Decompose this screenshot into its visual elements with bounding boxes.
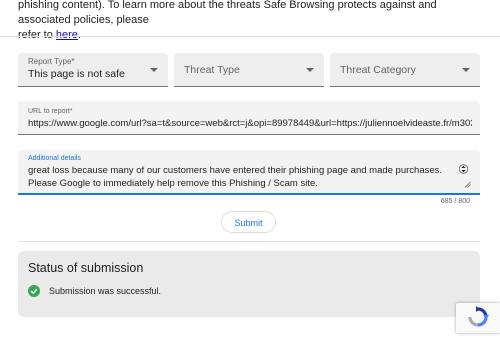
section-divider (18, 241, 480, 242)
recaptcha-badge[interactable] (456, 303, 500, 333)
threat-category-select[interactable]: Threat Category (330, 53, 480, 87)
top-divider (0, 36, 500, 37)
submit-button[interactable]: Submit (221, 211, 276, 233)
report-type-label: Report Type* (28, 57, 75, 66)
status-card: Status of submission Submission was succ… (18, 251, 480, 317)
scroll-arrows-icon[interactable] (459, 162, 468, 176)
details-label: Additional details (28, 155, 81, 162)
report-type-value: This page is not safe (28, 68, 125, 80)
intro-suffix: . (77, 29, 81, 41)
status-title: Status of submission (28, 261, 144, 275)
chevron-down-icon (150, 68, 158, 72)
chevron-down-icon (462, 68, 470, 72)
status-message: Submission was successful. (49, 286, 162, 296)
report-type-select[interactable]: Report Type* This page is not safe (18, 53, 168, 87)
character-counter: 685 / 800 (440, 198, 470, 205)
url-input[interactable]: URL to report* https://www.google.com/ur… (18, 101, 480, 135)
details-value[interactable]: great loss because many of our customers… (28, 164, 452, 190)
threat-type-placeholder: Threat Type (184, 64, 240, 76)
url-value[interactable]: https://www.google.com/url?sa=t&source=w… (28, 118, 472, 129)
additional-details-textarea[interactable]: Additional details great loss because ma… (18, 150, 480, 195)
threat-category-placeholder: Threat Category (340, 64, 416, 76)
check-circle-icon (28, 285, 40, 297)
policies-link[interactable]: here (56, 29, 78, 41)
intro-prefix: refer to (18, 29, 56, 41)
recaptcha-icon (468, 306, 489, 327)
threat-type-select[interactable]: Threat Type (174, 53, 324, 87)
url-label: URL to report* (28, 108, 73, 115)
resize-grip-icon[interactable] (464, 181, 471, 188)
intro-line-1: phishing content). To learn more about t… (18, 0, 437, 26)
chevron-down-icon (306, 68, 314, 72)
